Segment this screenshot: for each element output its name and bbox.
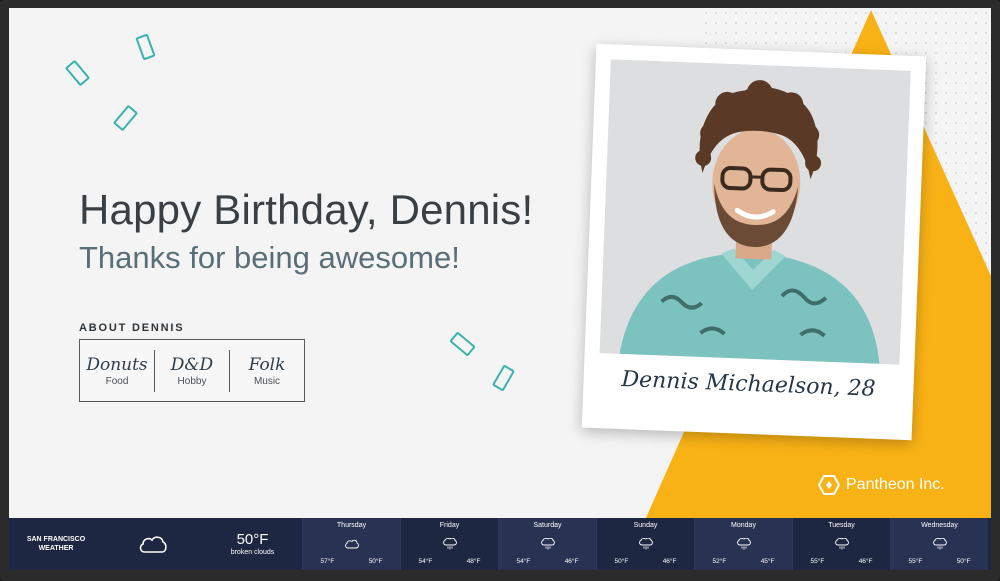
forecast-high: 46°F (564, 558, 579, 565)
current-conditions: broken clouds (230, 549, 275, 556)
forecast-high: 50°F (368, 558, 383, 565)
forecast-temps: 50°F 46°F (615, 558, 677, 565)
forecast-low: 57°F (320, 558, 335, 565)
forecast-low: 55°F (810, 558, 825, 565)
forecast-temps: 55°F 46°F (811, 558, 873, 565)
forecast-day-name: Friday (439, 522, 460, 529)
forecast-low: 54°F (418, 558, 433, 565)
forecast-high: 50°F (956, 558, 971, 565)
rain-cloud-icon (834, 537, 849, 549)
forecast-day: Thursday 57°F 50°F (302, 518, 400, 570)
portrait-photo (599, 59, 911, 365)
forecast-day: Monday 52°F 45°F (694, 518, 792, 570)
forecast-day: Tuesday 55°F 46°F (792, 518, 890, 570)
about-fact-category: Music (253, 375, 281, 387)
birthday-subtitle: Thanks for being awesome! (79, 240, 460, 275)
about-fact-value: Folk (248, 354, 286, 375)
about-fact-music: Folk Music (229, 349, 304, 392)
signage-screen: Happy Birthday, Dennis! Thanks for being… (9, 8, 991, 520)
forecast-day: Sunday 50°F 46°F (596, 518, 694, 570)
hexagon-logo-icon (818, 475, 840, 495)
rain-cloud-icon (638, 537, 653, 549)
forecast-high: 48°F (466, 558, 481, 565)
forecast-temps: 57°F 50°F (321, 558, 383, 565)
forecast-low: 54°F (516, 558, 531, 565)
forecast-low: 55°F (908, 558, 923, 565)
about-section-label: ABOUT DENNIS (79, 322, 185, 334)
forecast-day-name: Tuesday (828, 522, 855, 529)
current-temperature: 50°F (236, 531, 269, 548)
current-weather: 50°F broken clouds (203, 518, 302, 570)
rain-cloud-icon (736, 537, 751, 549)
forecast-temps: 55°F 50°F (909, 558, 971, 565)
cloud-icon (344, 539, 359, 548)
forecast-temps: 52°F 45°F (713, 558, 775, 565)
forecast-day: Saturday 54°F 46°F (498, 518, 596, 570)
about-fact-category: Hobby (177, 375, 207, 387)
forecast-high: 46°F (662, 558, 677, 565)
rain-cloud-icon (932, 537, 947, 549)
weather-bar: SAN FRANCISCO WEATHER 50°F broken clouds… (9, 518, 991, 570)
forecast-day-name: Wednesday (921, 522, 958, 529)
weather-caption: WEATHER (38, 545, 74, 552)
weather-location: SAN FRANCISCO WEATHER (9, 518, 103, 570)
brand-logo: Pantheon Inc. (818, 474, 945, 496)
about-fact-value: Donuts (86, 354, 148, 375)
portrait-illustration (599, 59, 911, 365)
birthday-title: Happy Birthday, Dennis! (79, 186, 534, 233)
forecast-day: Friday 54°F 48°F (400, 518, 498, 570)
forecast-temps: 54°F 46°F (517, 558, 579, 565)
about-fact-value: D&D (170, 354, 214, 375)
forecast-low: 52°F (712, 558, 727, 565)
forecast-high: 45°F (760, 558, 775, 565)
forecast-day-name: Thursday (336, 522, 367, 529)
polaroid-caption: Dennis Michaelson, 28 (621, 367, 877, 402)
forecast-temps: 54°F 48°F (419, 558, 481, 565)
forecast-high: 46°F (858, 558, 873, 565)
brand-name: Pantheon Inc. (846, 476, 945, 493)
forecast-day: Wednesday 55°F 50°F (890, 518, 988, 570)
polaroid-frame: Dennis Michaelson, 28 (581, 43, 927, 441)
about-fact-category: Food (105, 375, 129, 387)
about-facts-box: Donuts Food D&D Hobby Folk Music (79, 339, 305, 402)
rain-cloud-icon (442, 537, 457, 549)
forecast-day-name: Saturday (533, 522, 562, 529)
current-weather-icon-cell (103, 518, 203, 570)
rain-cloud-icon (540, 537, 555, 549)
forecast-day-name: Sunday (633, 522, 658, 529)
weather-city: SAN FRANCISCO (26, 536, 86, 543)
about-fact-hobby: D&D Hobby (154, 349, 229, 392)
forecast-day-name: Monday (731, 522, 756, 529)
forecast-low: 50°F (614, 558, 629, 565)
about-fact-food: Donuts Food (80, 350, 154, 392)
cloud-icon (139, 536, 167, 553)
